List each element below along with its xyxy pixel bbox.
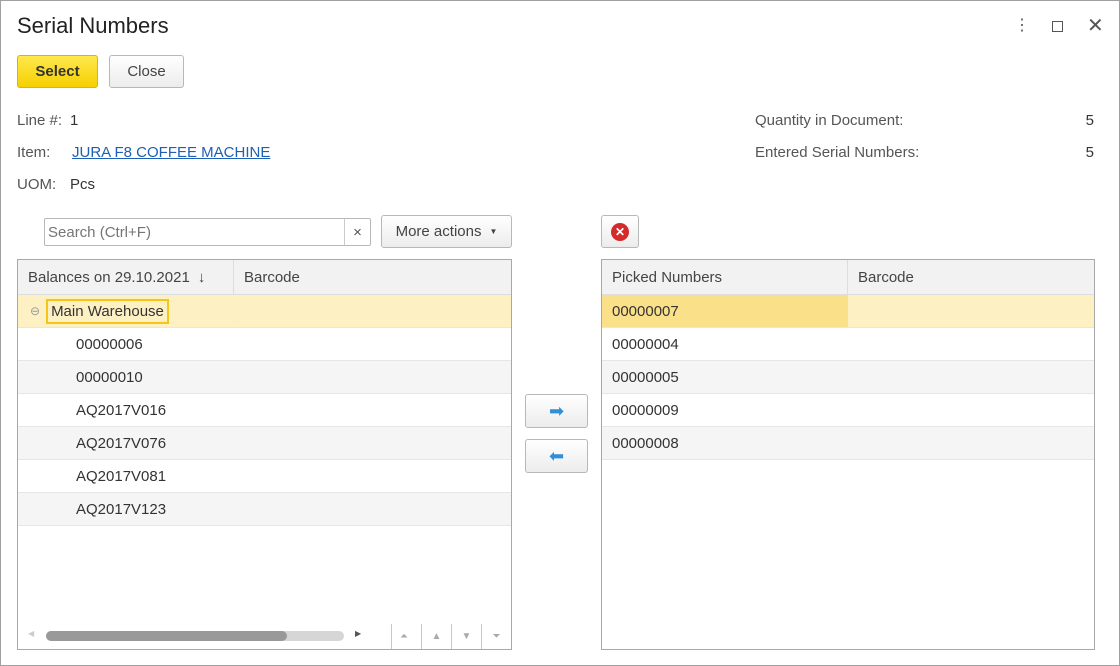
uom-value: Pcs xyxy=(70,176,96,193)
scroll-left-icon[interactable]: ◀ xyxy=(28,629,34,638)
scroll-right-icon[interactable]: ▶ xyxy=(355,629,361,638)
table-row[interactable]: 00000005 xyxy=(602,361,1094,394)
table-row[interactable]: 00000004 xyxy=(602,328,1094,361)
more-menu-icon[interactable]: ⋮ xyxy=(1014,15,1030,35)
horizontal-scrollbar[interactable] xyxy=(46,631,344,641)
serial-number-cell: 00000009 xyxy=(612,401,679,419)
picked-numbers-table: Picked Numbers Barcode 00000007 00000004 00… xyxy=(601,259,1095,650)
qty-doc-value: 5 xyxy=(1085,112,1094,129)
table-row[interactable]: 00000010 xyxy=(18,361,511,394)
maximize-icon[interactable] xyxy=(1052,21,1063,32)
line-value: 1 xyxy=(70,112,79,129)
close-icon[interactable]: ✕ xyxy=(1087,13,1104,38)
entered-value: 5 xyxy=(1085,144,1094,161)
column-header-barcode[interactable]: Barcode xyxy=(234,260,511,294)
serial-number-cell: 00000004 xyxy=(612,335,679,353)
arrow-left-icon: ➡ xyxy=(548,445,565,466)
serial-number-cell: 00000007 xyxy=(602,295,848,327)
table-row[interactable]: 00000008 xyxy=(602,427,1094,460)
table-row[interactable]: AQ2017V076 xyxy=(18,427,511,460)
table-row[interactable]: AQ2017V081 xyxy=(18,460,511,493)
delete-button[interactable]: ✕ xyxy=(601,215,639,248)
serial-number-cell: AQ2017V016 xyxy=(76,401,167,419)
item-link[interactable]: JURA F8 COFFEE MACHINE xyxy=(72,144,270,161)
serial-number-cell: AQ2017V081 xyxy=(76,467,167,485)
table-footer: ◀ ▶ ⏶ ▲ ▼ ⏷ xyxy=(18,624,511,649)
window-title: Serial Numbers xyxy=(17,13,169,38)
table-row[interactable]: 00000007 xyxy=(602,295,1094,328)
table-row[interactable]: 00000006 xyxy=(18,328,511,361)
column-header-picked[interactable]: Picked Numbers xyxy=(602,260,848,294)
sort-arrow-icon: ↓ xyxy=(197,268,206,286)
scroll-down-button[interactable]: ▼ xyxy=(451,624,481,649)
search-input[interactable] xyxy=(44,218,371,246)
dropdown-icon: ▼ xyxy=(489,227,498,236)
scroll-up-button[interactable]: ▲ xyxy=(421,624,451,649)
balances-table: Balances on 29.10.2021 ↓ Barcode ⊖ Main War… xyxy=(17,259,512,650)
serial-number-cell: AQ2017V123 xyxy=(76,500,167,518)
close-button[interactable]: Close xyxy=(109,55,184,88)
table-row[interactable]: 00000009 xyxy=(602,394,1094,427)
delete-icon: ✕ xyxy=(611,222,629,241)
group-label: Main Warehouse xyxy=(46,298,169,324)
column-header-barcode[interactable]: Barcode xyxy=(848,260,1094,294)
scroll-bottom-button[interactable]: ⏷ xyxy=(481,624,511,649)
column-header-balances[interactable]: Balances on 29.10.2021 ↓ xyxy=(18,260,234,294)
add-selected-button[interactable]: ➡ xyxy=(525,394,588,428)
table-row-group[interactable]: ⊖ Main Warehouse xyxy=(18,295,511,328)
serial-number-cell: 00000008 xyxy=(612,434,679,452)
column-header-label: Balances on 29.10.2021 xyxy=(28,268,190,286)
serial-number-cell: 00000006 xyxy=(76,335,143,353)
remove-selected-button[interactable]: ➡ xyxy=(525,439,588,473)
uom-label: UOM: xyxy=(17,176,57,193)
collapse-icon[interactable]: ⊖ xyxy=(30,304,40,318)
arrow-right-icon: ➡ xyxy=(548,400,565,421)
more-actions-label: More actions xyxy=(395,223,482,240)
table-row[interactable]: AQ2017V016 xyxy=(18,394,511,427)
scrollbar-thumb[interactable] xyxy=(46,631,288,641)
select-button[interactable]: Select xyxy=(17,55,98,88)
serial-number-cell: AQ2017V076 xyxy=(76,434,167,452)
scroll-top-button[interactable]: ⏶ xyxy=(391,624,416,649)
qty-doc-label: Quantity in Document: xyxy=(755,112,904,129)
item-label: Item: xyxy=(17,144,51,161)
serial-number-cell: 00000010 xyxy=(76,368,143,386)
serial-number-cell: 00000005 xyxy=(612,368,679,386)
clear-search-icon[interactable]: × xyxy=(344,219,370,245)
more-actions-button[interactable]: More actions ▼ xyxy=(381,215,512,248)
line-label: Line #: xyxy=(17,112,63,129)
entered-label: Entered Serial Numbers: xyxy=(755,144,920,161)
table-row[interactable]: AQ2017V123 xyxy=(18,493,511,526)
serial-numbers-window: Serial Numbers ⋮ ✕ Select Close Line #: … xyxy=(0,0,1120,666)
